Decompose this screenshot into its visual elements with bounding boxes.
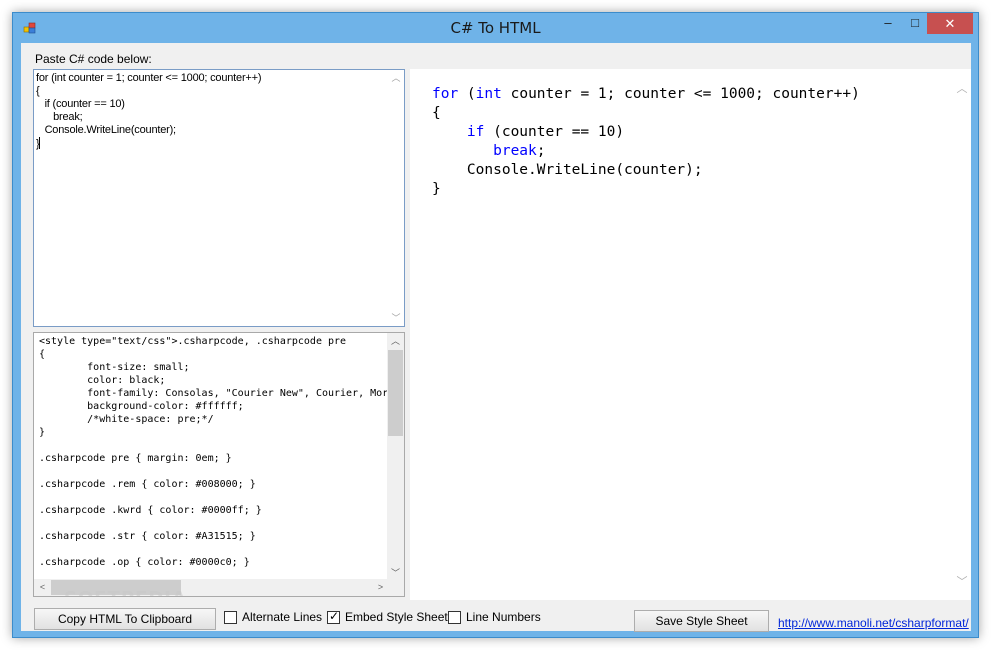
css-vertical-scrollbar[interactable]: ︿ ﹀: [387, 333, 404, 581]
app-window: C# To HTML – □ ✕ Paste C# code below: fo…: [12, 12, 979, 638]
input-scroll-up-icon[interactable]: ︿: [388, 70, 404, 86]
line-numbers-box[interactable]: [448, 611, 461, 624]
text-caret: [39, 137, 41, 149]
csharp-input-text[interactable]: for (int counter = 1; counter <= 1000; c…: [36, 72, 262, 151]
css-vertical-thumb[interactable]: [388, 350, 403, 436]
alternate-lines-box[interactable]: [224, 611, 237, 624]
checkmark-icon: ✓: [329, 609, 340, 623]
scroll-corner: [387, 579, 404, 596]
input-scrollbar[interactable]: ︿ ﹀: [388, 70, 404, 326]
html-preview-pane[interactable]: for (int counter = 1; counter <= 1000; c…: [410, 69, 971, 600]
copy-html-button[interactable]: Copy HTML To Clipboard: [34, 608, 216, 630]
maximize-button[interactable]: □: [902, 14, 928, 34]
keyword-for: for: [432, 86, 459, 102]
window-title: C# To HTML: [450, 19, 541, 37]
css-scroll-up-icon[interactable]: ︿: [387, 333, 404, 349]
csharp-input-content[interactable]: for (int counter = 1; counter <= 1000; c…: [36, 72, 262, 150]
preview-text: {: [432, 105, 441, 121]
paste-label: Paste C# code below:: [35, 52, 152, 66]
website-link[interactable]: http://www.manoli.net/csharpformat/: [778, 616, 969, 630]
input-scroll-down-icon[interactable]: ﹀: [388, 310, 404, 326]
preview-scroll-up-icon[interactable]: ︿: [953, 81, 971, 97]
watermark: SOFTPEDIA: [64, 588, 187, 596]
preview-scroll-down-icon[interactable]: ﹀: [953, 574, 971, 590]
preview-text: (: [458, 86, 476, 102]
title-bar[interactable]: C# To HTML – □ ✕: [13, 13, 978, 43]
csharp-input-textbox[interactable]: for (int counter = 1; counter <= 1000; c…: [33, 69, 405, 327]
preview-text: Console.WriteLine(counter);: [432, 162, 703, 178]
client-area: Paste C# code below: for (int counter = …: [21, 43, 971, 632]
line-numbers-label[interactable]: Line Numbers: [466, 610, 541, 624]
preview-text: ;: [536, 143, 546, 159]
preview-text: counter = 1; counter <= 1000; counter++): [501, 86, 860, 102]
keyword-break: break: [493, 143, 537, 159]
preview-text: (counter == 10): [484, 124, 625, 140]
preview-scrollbar[interactable]: ︿ ﹀: [953, 69, 971, 600]
preview-code: for (int counter = 1; counter <= 1000; c…: [432, 85, 860, 199]
alternate-lines-label[interactable]: Alternate Lines: [242, 610, 322, 624]
preview-indent: [432, 143, 493, 159]
save-style-sheet-button[interactable]: Save Style Sheet: [634, 610, 769, 632]
close-button[interactable]: ✕: [927, 13, 973, 34]
preview-text: }: [432, 181, 441, 197]
stylesheet-output-textbox[interactable]: <style type="text/css">.csharpcode, .csh…: [33, 332, 405, 597]
preview-indent: [432, 124, 467, 140]
keyword-int: int: [475, 86, 502, 102]
stylesheet-output-text[interactable]: <style type="text/css">.csharpcode, .csh…: [39, 335, 388, 569]
minimize-button[interactable]: –: [875, 14, 901, 34]
embed-style-sheet-label[interactable]: Embed Style Sheet: [345, 610, 448, 624]
keyword-if: if: [466, 124, 485, 140]
embed-style-sheet-box[interactable]: ✓: [327, 609, 340, 624]
css-scroll-left-icon[interactable]: <: [34, 579, 51, 596]
